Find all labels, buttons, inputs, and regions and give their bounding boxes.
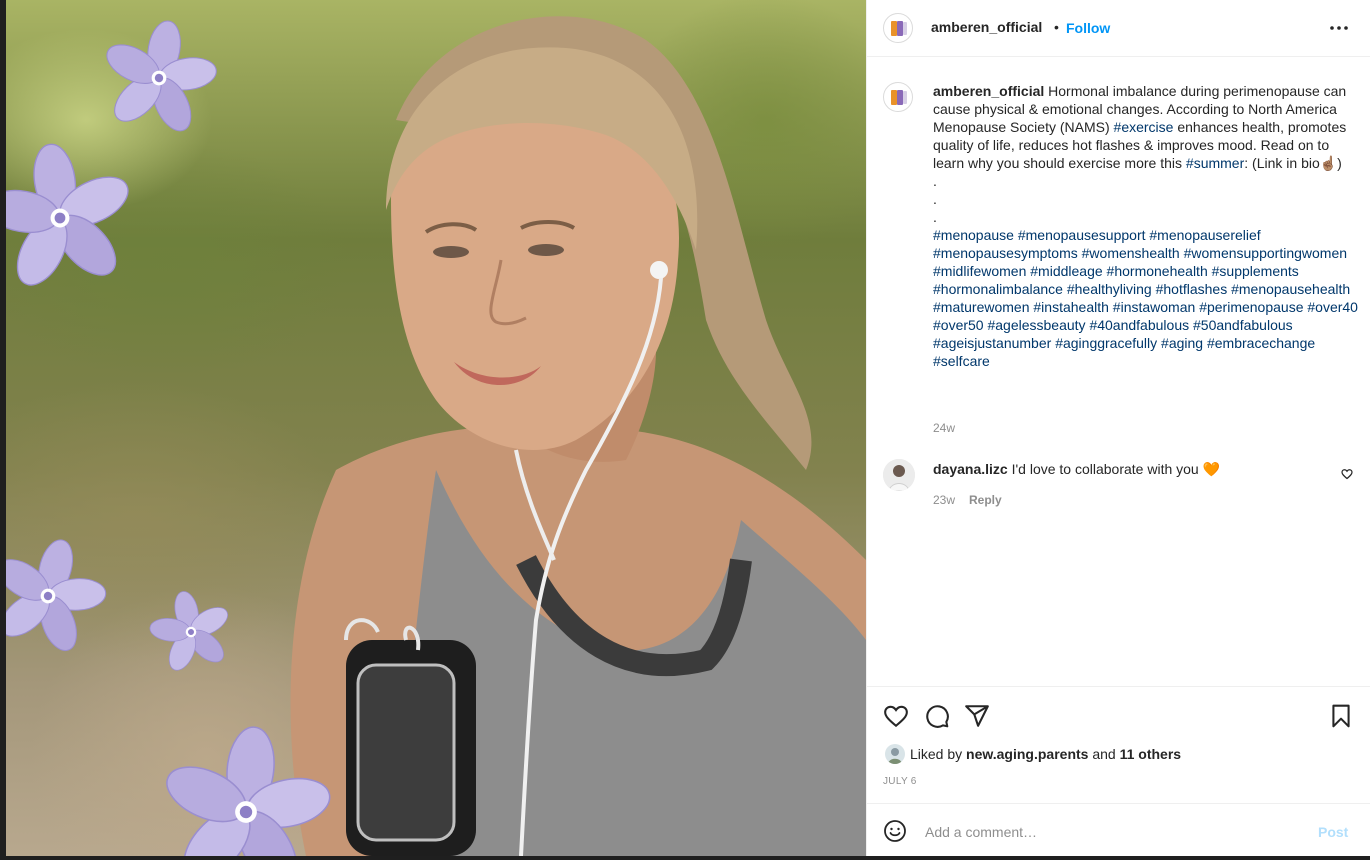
hashtag-link[interactable]: #summer — [1186, 155, 1244, 171]
hashtag-link[interactable]: #maturewomen — [933, 299, 1030, 315]
emoji-icon[interactable] — [883, 819, 907, 843]
caption-body: Hormonal imbalance during perimenopause … — [933, 83, 1362, 369]
hashtag-link[interactable]: #ageisjustanumber — [933, 335, 1051, 351]
hashtag-link[interactable]: #supplements — [1212, 263, 1299, 279]
hashtag-link[interactable]: #hormonehealth — [1107, 263, 1208, 279]
hashtag-link[interactable]: #exercise — [1114, 119, 1174, 135]
commenter-avatar[interactable] — [883, 459, 915, 491]
hashtag-link[interactable]: #menopause — [933, 227, 1014, 243]
more-options-icon[interactable] — [1329, 18, 1349, 38]
post-sidebar: amberen_official • Follow amberen_offici… — [866, 0, 1370, 856]
post-image[interactable] — [6, 0, 866, 856]
share-icon[interactable] — [964, 703, 990, 729]
caption-text — [1261, 227, 1265, 243]
hashtag-link[interactable]: #menopausehealth — [1231, 281, 1350, 297]
hashtag-link[interactable]: #middleage — [1030, 263, 1102, 279]
caption-text — [1358, 299, 1362, 315]
hashtag-link[interactable]: #aginggracefully — [1055, 335, 1157, 351]
caption-age: 24w — [933, 421, 956, 435]
hashtag-link[interactable]: #50andfabulous — [1193, 317, 1293, 333]
liked-by-user[interactable]: new.aging.parents — [966, 746, 1088, 762]
post-caption: amberen_official Hormonal imbalance duri… — [933, 82, 1358, 370]
author-username[interactable]: amberen_official — [931, 19, 1042, 35]
post-header: amberen_official • Follow — [867, 0, 1370, 57]
reply-button[interactable]: Reply — [969, 493, 1002, 507]
hashtag-link[interactable]: #40andfabulous — [1089, 317, 1189, 333]
caption-author[interactable]: amberen_official — [933, 83, 1044, 99]
caption-text — [1315, 335, 1319, 351]
hashtag-link[interactable]: #instahealth — [1033, 299, 1109, 315]
hashtag-link[interactable]: #over50 — [933, 317, 984, 333]
hashtag-link[interactable]: #menopausesupport — [1018, 227, 1146, 243]
comment-age: 23w — [933, 493, 956, 507]
hashtag-link[interactable]: #hormonalimbalance — [933, 281, 1063, 297]
post-modal: amberen_official • Follow amberen_offici… — [6, 0, 1370, 856]
hashtag-link[interactable]: #womenshealth — [1082, 245, 1180, 261]
caption-text — [1350, 281, 1354, 297]
save-bookmark-icon[interactable] — [1328, 703, 1354, 729]
author-avatar[interactable] — [883, 13, 913, 43]
liked-others-count[interactable]: 11 others — [1120, 746, 1181, 762]
comment: dayana.lizc I'd love to collaborate with… — [933, 460, 1313, 478]
hashtag-link[interactable]: #agelessbeauty — [987, 317, 1085, 333]
hashtag-link[interactable]: #perimenopause — [1199, 299, 1303, 315]
caption-text — [1299, 263, 1303, 279]
caption-text — [1293, 317, 1297, 333]
hashtag-link[interactable]: #midlifewomen — [933, 263, 1026, 279]
hashtag-link[interactable]: #embracechange — [1207, 335, 1315, 351]
comment-input[interactable] — [923, 820, 1297, 844]
caption-text — [1347, 245, 1351, 261]
comment-like-heart-icon[interactable] — [1341, 468, 1353, 480]
comment-author[interactable]: dayana.lizc — [933, 461, 1008, 477]
liker-avatar[interactable] — [885, 744, 905, 764]
hashtag-link[interactable]: #aging — [1161, 335, 1203, 351]
post-comment-button[interactable]: Post — [1318, 824, 1348, 840]
hashtag-link[interactable]: #menopauserelief — [1149, 227, 1260, 243]
hashtag-link[interactable]: #over40 — [1307, 299, 1358, 315]
likes-summary: Liked by new.aging.parents and 11 others — [910, 746, 1181, 762]
hashtag-link[interactable]: #selfcare — [933, 353, 990, 369]
hashtag-link[interactable]: #healthyliving — [1067, 281, 1152, 297]
liked-and: and — [1088, 746, 1120, 762]
hashtag-link[interactable]: #menopausesymptoms — [933, 245, 1078, 261]
post-actions-bar — [867, 686, 1370, 747]
add-comment-bar: Post — [867, 803, 1370, 856]
comment-body: I'd love to collaborate with you 🧡 — [1007, 461, 1221, 477]
liked-prefix: Liked by — [910, 746, 967, 762]
heart-icon[interactable] — [883, 703, 909, 729]
follow-button[interactable]: Follow — [1066, 20, 1110, 36]
separator-dot: • — [1054, 19, 1059, 35]
photo-illustration — [6, 10, 866, 856]
hashtag-link[interactable]: #womensupportingwomen — [1184, 245, 1347, 261]
comment-icon[interactable] — [924, 703, 950, 729]
hashtag-link[interactable]: #hotflashes — [1156, 281, 1228, 297]
caption-author-avatar[interactable] — [883, 82, 913, 112]
post-date: JULY 6 — [883, 776, 917, 787]
hashtag-link[interactable]: #instawoman — [1113, 299, 1196, 315]
